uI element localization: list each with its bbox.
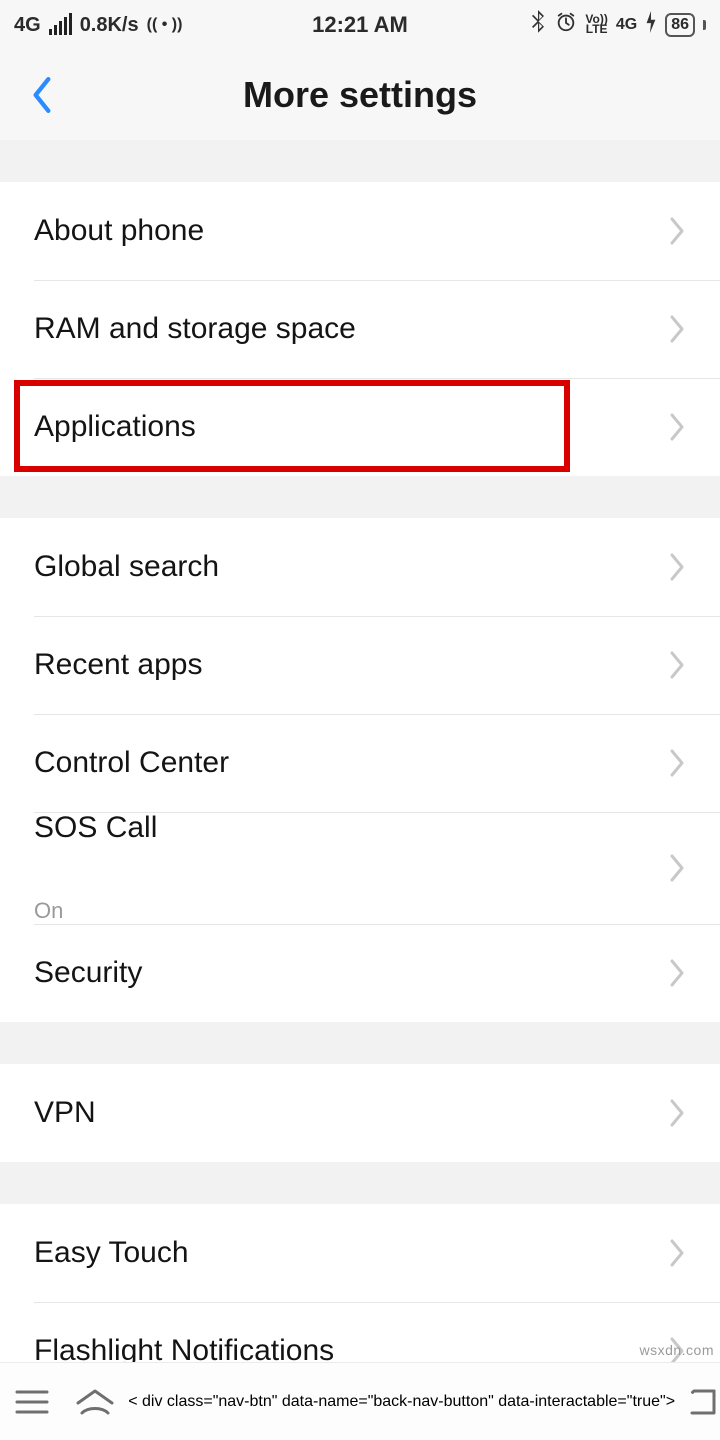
data-rate-label: 0.8K/s (80, 14, 139, 37)
section-gap (0, 1022, 720, 1064)
row-label: Recent apps (34, 648, 668, 682)
chevron-right-icon (668, 958, 686, 988)
row-label: Security (34, 956, 668, 990)
row-vpn[interactable]: VPN (0, 1064, 720, 1162)
back-nav-icon (678, 1387, 718, 1417)
settings-group-3: VPN (0, 1064, 720, 1162)
chevron-right-icon (668, 748, 686, 778)
recents-button[interactable] (2, 1382, 62, 1422)
settings-group-2: Global search Recent apps Control Center… (0, 518, 720, 1022)
status-left: 4G 0.8K/s (( • )) (14, 14, 182, 37)
row-sos-call[interactable]: SOS Call On (0, 812, 720, 924)
chevron-right-icon (668, 314, 686, 344)
chevron-right-icon (668, 552, 686, 582)
status-bar: 4G 0.8K/s (( • )) 12:21 AM Vo)) LTE 4G 8… (0, 0, 720, 50)
battery-cap (703, 20, 706, 30)
network-right-label: 4G (616, 16, 637, 34)
row-label: Easy Touch (34, 1236, 668, 1270)
signal-bars-icon (49, 15, 72, 35)
chevron-left-icon (31, 77, 53, 113)
row-subtext: On (34, 898, 63, 924)
alarm-icon (555, 11, 577, 39)
home-button[interactable] (65, 1382, 125, 1422)
hotspot-icon: (( • )) (147, 16, 183, 34)
recents-icon (15, 1389, 49, 1415)
row-recent-apps[interactable]: Recent apps (0, 616, 720, 714)
row-label: SOS Call (34, 812, 157, 892)
section-gap (0, 140, 720, 182)
watermark-text: wsxdn.com (639, 1342, 714, 1358)
section-gap (0, 1162, 720, 1204)
home-icon (74, 1387, 116, 1417)
battery-icon: 86 (665, 13, 695, 37)
row-label: Global search (34, 550, 668, 584)
chevron-right-icon (668, 216, 686, 246)
row-control-center[interactable]: Control Center (0, 714, 720, 812)
charging-icon (645, 11, 657, 39)
section-gap (0, 476, 720, 518)
row-ram-storage[interactable]: RAM and storage space (0, 280, 720, 378)
back-button[interactable] (22, 75, 62, 115)
row-applications[interactable]: Applications (0, 378, 720, 476)
volte-icon: Vo)) LTE (585, 15, 607, 34)
row-security[interactable]: Security (0, 924, 720, 1022)
chevron-right-icon (668, 412, 686, 442)
chevron-right-icon (668, 650, 686, 680)
row-label: VPN (34, 1096, 668, 1130)
settings-group-1: About phone RAM and storage space Applic… (0, 182, 720, 476)
row-label: RAM and storage space (34, 312, 668, 346)
screen-header: More settings (0, 50, 720, 140)
network-type-label: 4G (14, 14, 41, 37)
row-label: Control Center (34, 746, 668, 780)
system-nav-bar: < div class="nav-btn" data-name="back-na… (0, 1362, 720, 1440)
chevron-right-icon (668, 1098, 686, 1128)
chevron-right-icon (668, 1238, 686, 1268)
row-about-phone[interactable]: About phone (0, 182, 720, 280)
page-title: More settings (243, 74, 477, 116)
status-right: Vo)) LTE 4G 86 (529, 10, 706, 40)
row-global-search[interactable]: Global search (0, 518, 720, 616)
bluetooth-icon (529, 10, 547, 40)
row-label: Applications (34, 410, 668, 444)
chevron-right-icon (668, 853, 686, 883)
row-easy-touch[interactable]: Easy Touch (0, 1204, 720, 1302)
row-label: About phone (34, 214, 668, 248)
